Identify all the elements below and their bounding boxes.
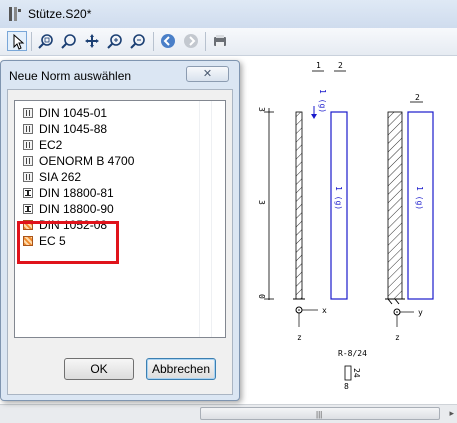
dim-tick-mid: 3 <box>257 200 266 205</box>
section-shape <box>344 365 352 381</box>
ok-button[interactable]: OK <box>64 358 134 380</box>
scrollbar-thumb[interactable]: ||| <box>200 407 440 420</box>
column-label-right: 1 (g) <box>415 186 424 210</box>
highlight-box <box>17 221 119 264</box>
dim-tick-bot: 0 <box>257 294 266 299</box>
zoom-icon[interactable] <box>59 31 79 51</box>
concrete-norm-icon <box>23 140 33 150</box>
dim-tick-top: 3 <box>257 107 266 112</box>
close-button[interactable]: ✕ <box>186 66 229 82</box>
axis-y-label: y <box>418 308 423 317</box>
back-icon[interactable] <box>158 31 178 51</box>
app-title: Stütze.S20* <box>28 7 92 21</box>
forward-icon[interactable] <box>181 31 201 51</box>
column-left <box>295 111 303 300</box>
cancel-button[interactable]: Abbrechen <box>146 358 216 380</box>
top-label-2: 2 <box>338 61 343 70</box>
list-item[interactable]: DIN 1045-88 <box>19 121 199 137</box>
list-item[interactable]: EC2 <box>19 137 199 153</box>
zoom-window-icon[interactable] <box>36 31 56 51</box>
steel-norm-icon <box>23 204 33 214</box>
axis-x-label: x <box>322 306 327 315</box>
section-dim-24: 24 <box>352 368 361 378</box>
list-item[interactable]: OENORM B 4700 <box>19 153 199 169</box>
norm-list[interactable]: DIN 1045-01 DIN 1045-88 EC2 OENORM B 470… <box>14 100 226 338</box>
concrete-norm-icon <box>23 124 33 134</box>
horizontal-scrollbar[interactable]: ||| ▸ <box>0 404 457 423</box>
list-item[interactable]: DIN 18800-90 <box>19 201 199 217</box>
list-item[interactable]: DIN 1045-01 <box>19 105 199 121</box>
print-icon[interactable] <box>210 31 230 51</box>
document-icon <box>8 6 22 22</box>
right-top-label: 2 <box>415 93 420 102</box>
pan-icon[interactable] <box>82 31 102 51</box>
list-item[interactable]: DIN 18800-81 <box>19 185 199 201</box>
toolbar <box>0 28 457 56</box>
app-title-bar: Stütze.S20* <box>0 0 457 28</box>
load-label-top: 1 (g) <box>318 89 327 113</box>
zoom-in-icon[interactable] <box>105 31 125 51</box>
list-item[interactable]: SIA 262 <box>19 169 199 185</box>
zoom-out-icon[interactable] <box>128 31 148 51</box>
pointer-icon[interactable] <box>7 31 27 51</box>
steel-norm-icon <box>23 188 33 198</box>
column-right <box>387 111 403 300</box>
section-dim-8: 8 <box>344 382 349 391</box>
axis-z-right-label: z <box>395 333 400 342</box>
top-label-1: 1 <box>316 61 321 70</box>
scroll-right-arrow-icon[interactable]: ▸ <box>449 408 454 419</box>
scrollbar-grip: ||| <box>316 410 323 419</box>
concrete-norm-icon <box>23 156 33 166</box>
section-label: R-8/24 <box>338 349 367 358</box>
dialog-title: Neue Norm auswählen <box>9 69 132 83</box>
column-label-left: 1 (g) <box>334 186 343 210</box>
axis-z-left-label: z <box>297 333 302 342</box>
concrete-norm-icon <box>23 172 33 182</box>
concrete-norm-icon <box>23 108 33 118</box>
